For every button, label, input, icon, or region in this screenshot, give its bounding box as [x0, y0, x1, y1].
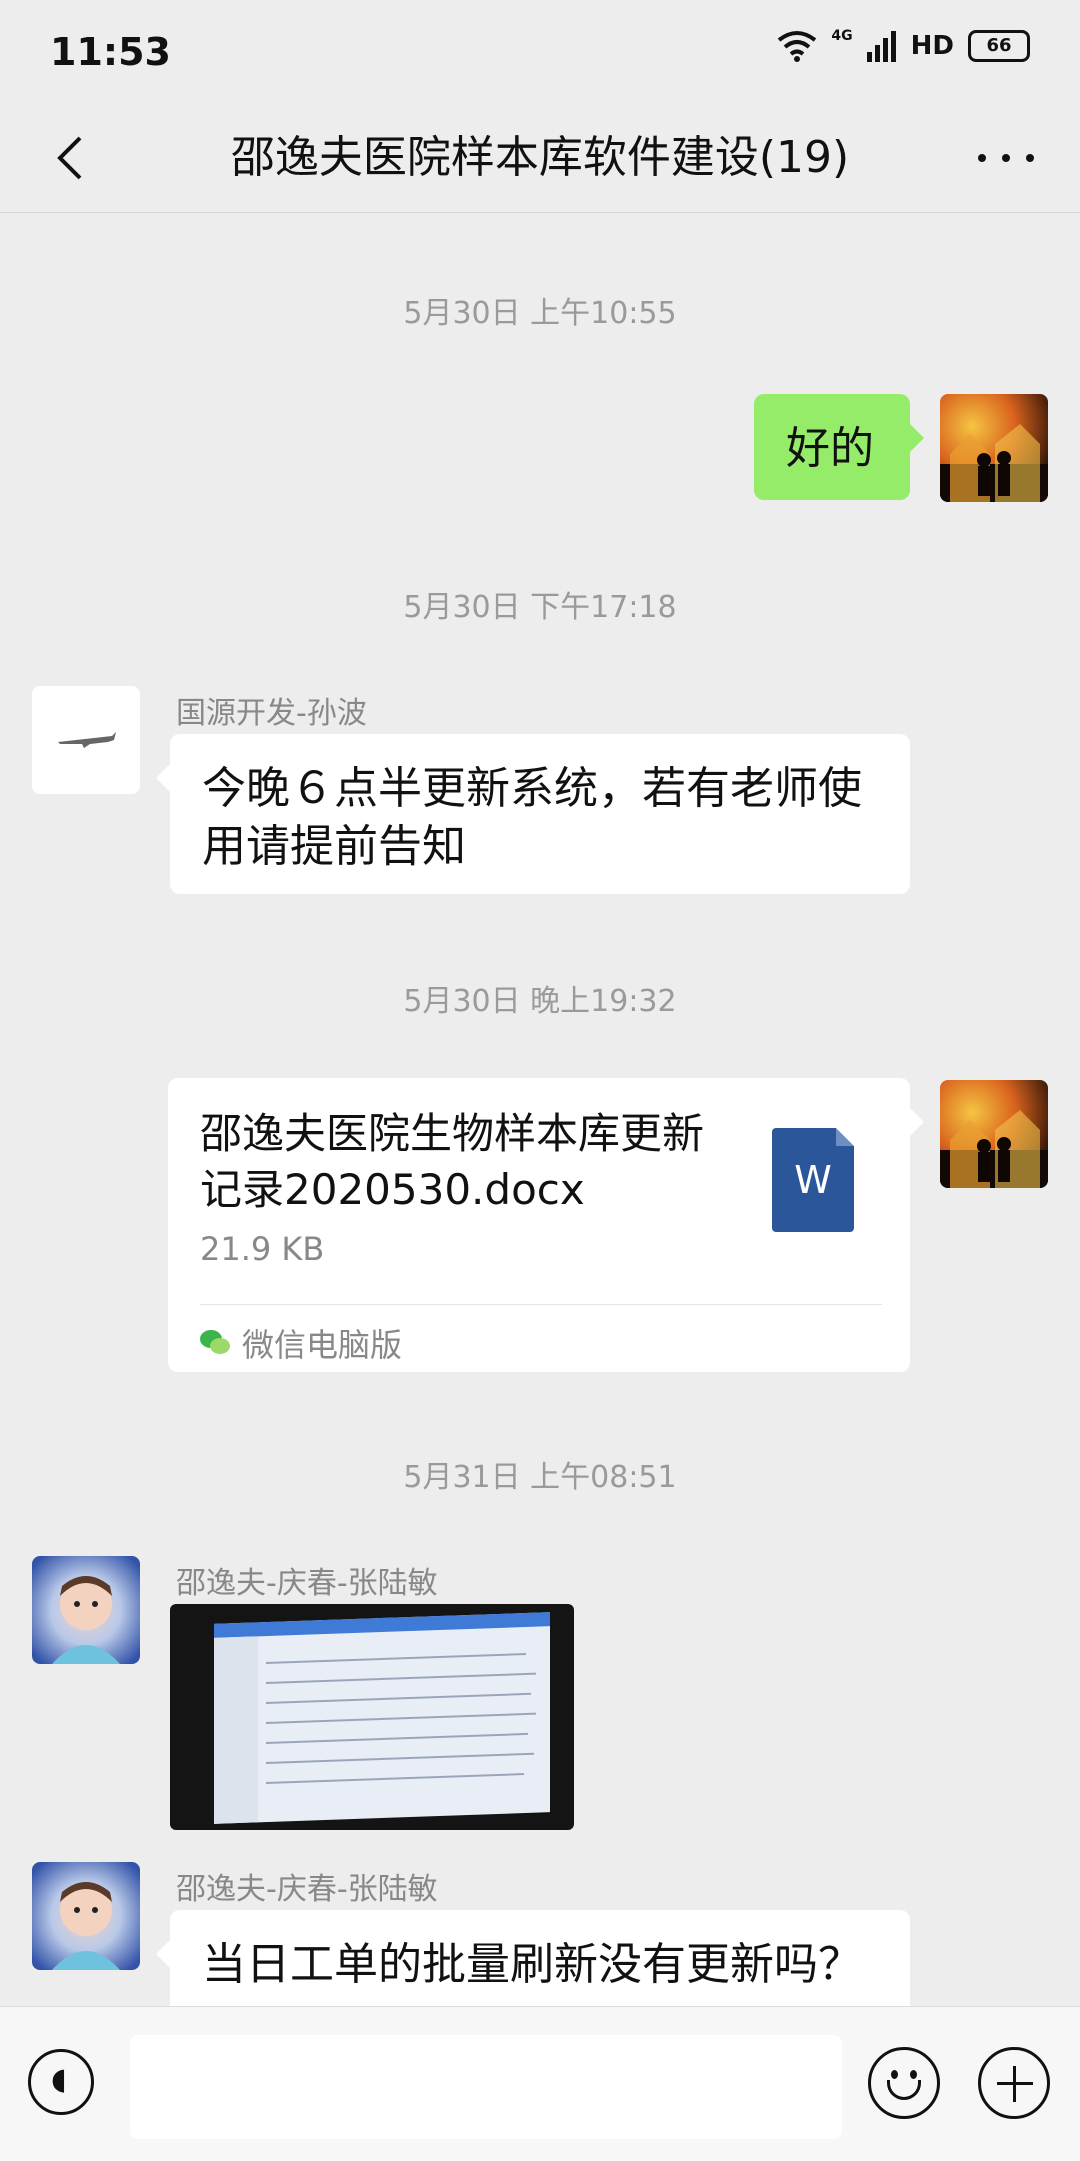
avatar-image [940, 424, 1048, 502]
input-bar [0, 2006, 1080, 2161]
file-message-card[interactable]: 邵逸夫医院生物样本库更新记录2020530.docx 21.9 KB W 微信电… [168, 1078, 924, 1372]
message-timestamp: 5月31日 上午08:51 [403, 1460, 677, 1495]
word-document-icon: W [772, 1128, 854, 1232]
divider [200, 1304, 882, 1305]
sender-name: 邵逸夫-庆春-张陆敏 [176, 1872, 438, 1907]
signal-icon [866, 31, 896, 62]
airplane-icon [58, 732, 116, 748]
chat-header: 邵逸夫医院样本库软件建设(19) [0, 108, 1080, 213]
avatar-self[interactable] [940, 1080, 1048, 1188]
voice-input-icon[interactable] [28, 2049, 94, 2115]
status-icons: 4G HD 66 [777, 28, 1030, 62]
avatar-image [52, 1882, 120, 1970]
message-timestamp: 5月30日 下午17:18 [403, 590, 677, 625]
more-options-icon[interactable] [976, 142, 1036, 172]
file-name: 邵逸夫医院生物样本库更新记录2020530.docx [200, 1109, 705, 1214]
message-bubble-self[interactable]: 好的 [754, 394, 924, 500]
hd-icon: HD [910, 31, 954, 61]
sender-name: 国源开发-孙波 [176, 696, 367, 731]
avatar-sender[interactable] [32, 1556, 140, 1664]
message-input[interactable] [130, 2035, 842, 2139]
file-source-label: 微信电脑版 [242, 1326, 403, 1364]
back-arrow-icon[interactable] [44, 128, 104, 188]
image-message[interactable] [170, 1604, 574, 1830]
sender-name: 邵逸夫-庆春-张陆敏 [176, 1566, 438, 1601]
network-type-label: 4G [831, 28, 853, 44]
file-source: 微信电脑版 [200, 1320, 402, 1366]
wifi-icon [778, 31, 817, 62]
more-functions-plus-icon[interactable] [978, 2047, 1050, 2119]
file-size: 21.9 KB [200, 1230, 325, 1268]
chat-title: 邵逸夫医院样本库软件建设(19) [230, 132, 850, 183]
avatar-image [52, 1576, 120, 1664]
battery-icon: 66 [968, 30, 1030, 62]
avatar-self[interactable] [940, 394, 1048, 502]
avatar-sender[interactable] [32, 1862, 140, 1970]
photo-content [214, 1612, 550, 1824]
status-bar: 11:53 4G HD 66 [0, 0, 1080, 108]
wechat-icon [200, 1330, 232, 1356]
message-timestamp: 5月30日 晚上19:32 [403, 984, 677, 1019]
avatar-image [940, 1110, 1048, 1188]
emoji-icon[interactable] [868, 2047, 940, 2119]
message-timestamp: 5月30日 上午10:55 [403, 296, 677, 331]
message-bubble-other[interactable]: 当日工单的批量刷新没有更新吗？ [156, 1910, 910, 2020]
avatar-sender[interactable] [32, 686, 140, 794]
message-bubble-other[interactable]: 今晚６点半更新系统，若有老师使用请提前告知 [156, 734, 910, 894]
status-time: 11:53 [50, 30, 171, 74]
